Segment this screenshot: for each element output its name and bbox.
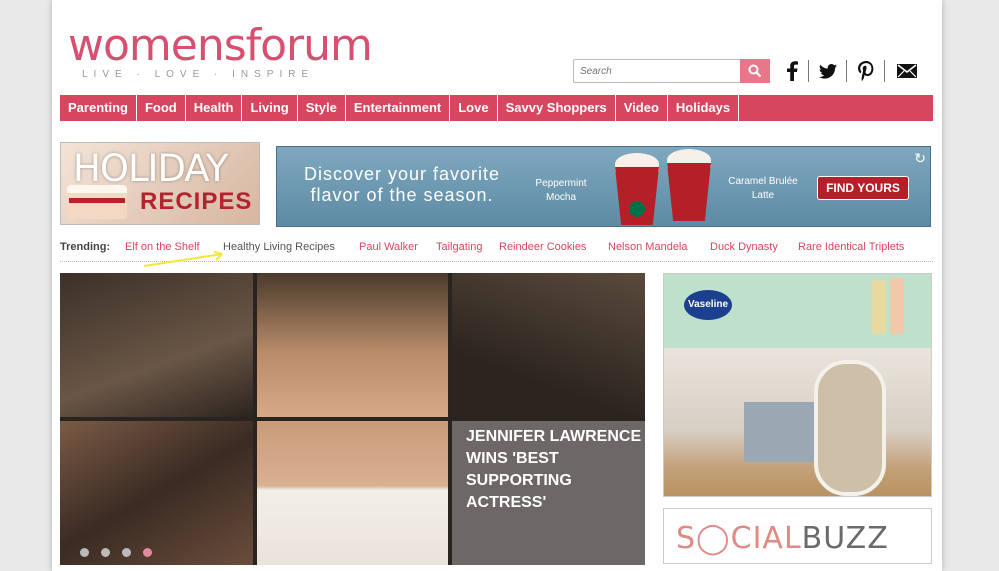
slider-dot[interactable] <box>122 548 131 557</box>
lotion-bottle-graphic <box>872 280 886 334</box>
cup-logo-icon <box>629 201 645 217</box>
ad-headline: Discover your favorite flavor of the sea… <box>303 164 501 205</box>
logo-wordmark: womensforum <box>68 20 373 71</box>
social-buzz-banner[interactable]: S◯CIALBUZZ <box>663 508 932 564</box>
email-link[interactable] <box>894 59 920 83</box>
social-divider <box>884 60 885 82</box>
social-buzz-title: S◯CIALBUZZ <box>676 521 889 556</box>
facebook-icon <box>787 61 798 81</box>
search-box <box>573 59 770 83</box>
slider-dot[interactable] <box>101 548 110 557</box>
nav-holidays[interactable]: Holidays <box>668 95 740 121</box>
buzz-part: BUZZ <box>801 521 889 556</box>
ad-flavor-peppermint: Peppermint Mocha <box>535 178 587 203</box>
nav-entertainment[interactable]: Entertainment <box>346 95 451 121</box>
nav-parenting[interactable]: Parenting <box>60 95 137 121</box>
twitter-link[interactable] <box>816 59 840 83</box>
starbucks-banner-ad[interactable]: Discover your favorite flavor of the sea… <box>276 146 931 227</box>
photo-tile <box>257 273 448 417</box>
vaseline-sidebar-ad[interactable]: Vaseline <box>663 273 932 497</box>
slider-dots <box>80 548 152 557</box>
trending-link[interactable]: Rare Identical Triplets <box>798 241 904 253</box>
main-nav: Parenting Food Health Living Style Enter… <box>60 95 933 121</box>
trending-link[interactable]: Tailgating <box>436 241 482 253</box>
photo-tile <box>60 421 253 565</box>
holiday-recipes-banner[interactable]: HOLIDAY RECIPES <box>60 142 260 225</box>
email-icon <box>897 64 917 78</box>
speech-bubble-icon: ◯ <box>696 521 731 556</box>
featured-story-title[interactable]: JENNIFER LAWRENCE WINS 'BEST SUPPORTING … <box>458 426 645 514</box>
replay-icon[interactable]: ↻ <box>914 150 926 167</box>
social-divider <box>846 60 847 82</box>
search-input[interactable] <box>580 61 740 81</box>
lotion-bottle-graphic <box>890 278 904 334</box>
nav-video[interactable]: Video <box>616 95 668 121</box>
buzz-part: S <box>676 521 697 556</box>
slider-dot[interactable] <box>80 548 89 557</box>
trending-label: Trending: <box>60 241 111 253</box>
nav-love[interactable]: Love <box>450 95 498 121</box>
photo-tile <box>60 273 253 417</box>
buzz-part: CIAL <box>730 521 802 556</box>
photo-tile <box>257 421 448 565</box>
slider-dot-active[interactable] <box>143 548 152 557</box>
find-yours-button[interactable]: FIND YOURS <box>817 176 909 200</box>
trending-link[interactable]: Nelson Mandela <box>608 241 688 253</box>
mirror-graphic <box>814 360 886 496</box>
nav-savvy-shoppers[interactable]: Savvy Shoppers <box>498 95 616 121</box>
vaseline-logo: Vaseline <box>684 290 732 320</box>
featured-story-slider[interactable]: JENNIFER LAWRENCE WINS 'BEST SUPPORTING … <box>60 273 645 565</box>
logo-tagline: LIVE · LOVE · INSPIRE <box>82 69 315 80</box>
holiday-banner-title: HOLIDAY <box>73 147 228 190</box>
ad-flavor-caramel: Caramel Brulée Latte <box>728 176 798 201</box>
holiday-banner-subtitle: RECIPES <box>140 188 253 215</box>
search-button[interactable] <box>740 59 770 83</box>
twitter-icon <box>819 63 837 79</box>
site-logo[interactable]: womensforum LIVE · LOVE · INSPIRE <box>68 22 373 84</box>
cup-graphic <box>667 163 711 221</box>
trending-link[interactable]: Paul Walker <box>359 241 418 253</box>
nav-food[interactable]: Food <box>137 95 186 121</box>
social-divider <box>808 60 809 82</box>
nav-style[interactable]: Style <box>298 95 346 121</box>
trending-divider <box>60 261 933 262</box>
trending-link[interactable]: Duck Dynasty <box>710 241 778 253</box>
cake-jam-layer <box>69 198 125 203</box>
page: womensforum LIVE · LOVE · INSPIRE Parent… <box>52 0 942 571</box>
pinterest-icon <box>858 61 874 81</box>
trending-link[interactable]: Healthy Living Recipes <box>223 241 335 253</box>
search-icon <box>748 64 762 78</box>
facebook-link[interactable] <box>784 59 800 83</box>
nav-health[interactable]: Health <box>186 95 243 121</box>
photo-tile <box>452 273 645 417</box>
pinterest-link[interactable] <box>854 59 878 83</box>
trending-link[interactable]: Elf on the Shelf <box>125 241 200 253</box>
dresser-graphic <box>744 402 814 462</box>
nav-living[interactable]: Living <box>242 95 298 121</box>
trending-link[interactable]: Reindeer Cookies <box>499 241 586 253</box>
